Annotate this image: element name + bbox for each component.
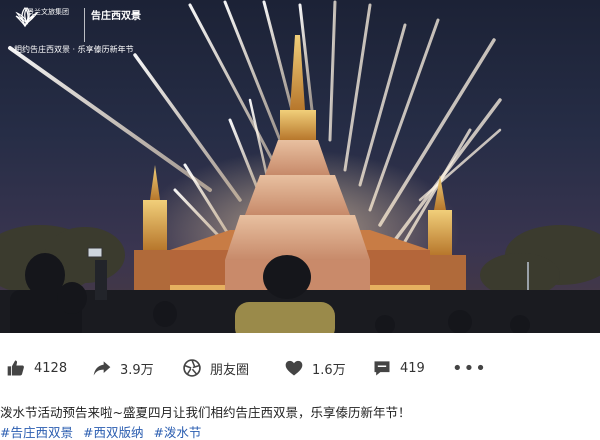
brand-slogan: 相约告庄西双景 · 乐享傣历新年节 (14, 45, 134, 54)
scenic-name: 告庄西双景 (91, 11, 141, 22)
scenic-logo: 告庄西双景 (15, 4, 141, 25)
hashtag[interactable]: #西双版纳 (83, 425, 143, 440)
share-arrow-icon (93, 361, 111, 376)
post-photo[interactable]: 景兰文旅集团 告庄西双景 相约告庄西双景 · 乐享傣历新年节 (0, 0, 600, 333)
moments-button[interactable]: 朋友圈 (182, 348, 249, 388)
thumbs-up-icon (7, 360, 24, 376)
hashtag-list: #告庄西双景 #西双版纳 #泼水节 (0, 422, 207, 440)
action-bar: 4128 3.9万 朋友圈 1.6万 419 ••• (0, 348, 600, 388)
brand-divider (84, 8, 85, 42)
aperture-icon (183, 359, 201, 377)
like-button[interactable]: 4128 (6, 348, 67, 388)
like-count: 4128 (34, 360, 68, 376)
flower-logo-icon (15, 6, 39, 25)
favorite-button[interactable]: 1.6万 (284, 348, 346, 388)
moments-label: 朋友圈 (210, 362, 250, 378)
heart-icon (285, 360, 303, 376)
favorite-count: 1.6万 (312, 362, 346, 378)
hashtag[interactable]: #泼水节 (153, 425, 201, 440)
more-dots-icon: ••• (452, 357, 487, 379)
hashtag[interactable]: #告庄西双景 (0, 425, 73, 440)
post-caption: 泼水节活动预告来啦~盛夏四月让我们相约告庄西双景，乐享傣历新年节！ (0, 405, 411, 420)
more-button[interactable]: ••• (452, 348, 487, 388)
comment-count: 419 (400, 360, 425, 376)
phone-screen (87, 247, 103, 258)
share-count: 3.9万 (120, 362, 154, 378)
share-button[interactable]: 3.9万 (92, 348, 154, 388)
comment-button[interactable]: 419 (372, 348, 425, 388)
comment-bubble-icon (374, 361, 390, 376)
